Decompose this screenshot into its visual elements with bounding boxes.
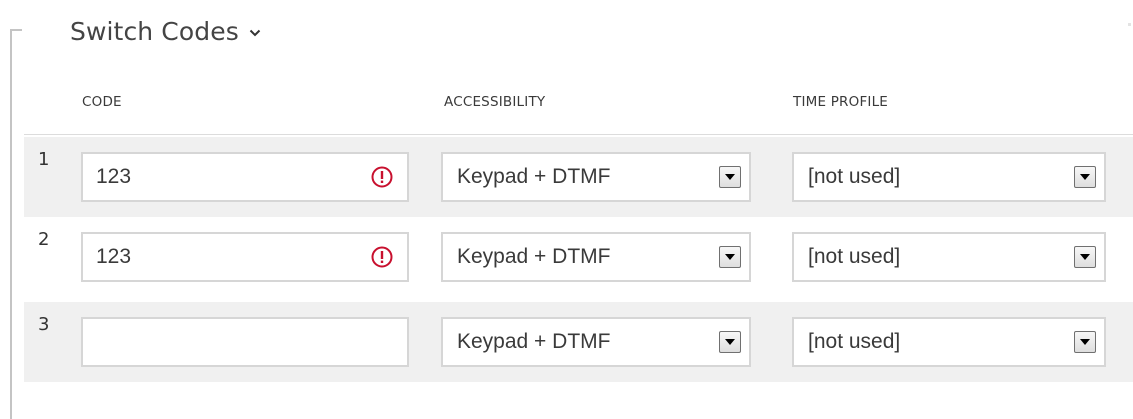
dropdown-arrow-icon[interactable]: [719, 331, 741, 353]
dropdown-arrow-icon[interactable]: [1074, 166, 1096, 188]
code-field[interactable]: 123: [81, 152, 409, 202]
accessibility-select[interactable]: Keypad + DTMF: [441, 317, 751, 367]
time-profile-value: [not used]: [808, 245, 901, 268]
accessibility-value: Keypad + DTMF: [457, 245, 611, 268]
dropdown-arrow-icon[interactable]: [1074, 331, 1096, 353]
time-profile-value: [not used]: [808, 165, 901, 188]
corner-mark: [1128, 23, 1131, 26]
accessibility-value: Keypad + DTMF: [457, 165, 611, 188]
code-field[interactable]: [81, 317, 409, 367]
time-profile-select[interactable]: [not used]: [792, 317, 1106, 367]
exclamation-circle-icon: [370, 165, 394, 189]
time-profile-select[interactable]: [not used]: [792, 152, 1106, 202]
section-bracket-tick: [10, 29, 22, 31]
accessibility-select[interactable]: Keypad + DTMF: [441, 152, 751, 202]
time-profile-value: [not used]: [808, 330, 901, 353]
code-value: 123: [96, 165, 132, 188]
code-value: 123: [96, 245, 132, 268]
column-header-time-profile: TIME PROFILE: [793, 94, 889, 110]
row-number: 3: [38, 314, 50, 335]
chevron-down-icon[interactable]: [249, 29, 261, 37]
section-bracket-line: [10, 29, 12, 419]
accessibility-select[interactable]: Keypad + DTMF: [441, 232, 751, 282]
dropdown-arrow-icon[interactable]: [719, 246, 741, 268]
table-row: 2 123 Keypad + DTMF [not used]: [24, 217, 1133, 297]
exclamation-circle-icon: [370, 245, 394, 269]
row-number: 1: [38, 149, 50, 170]
accessibility-value: Keypad + DTMF: [457, 330, 611, 353]
dropdown-arrow-icon[interactable]: [1074, 246, 1096, 268]
table-row: 3 Keypad + DTMF [not used]: [24, 302, 1133, 382]
dropdown-arrow-icon[interactable]: [719, 166, 741, 188]
section-title: Switch Codes: [70, 16, 239, 46]
column-header-code: CODE: [82, 94, 122, 110]
time-profile-select[interactable]: [not used]: [792, 232, 1106, 282]
column-header-accessibility: ACCESSIBILITY: [444, 94, 546, 110]
row-number: 2: [38, 229, 50, 250]
code-field[interactable]: 123: [81, 232, 409, 282]
header-divider: [24, 134, 1133, 135]
section-header[interactable]: Switch Codes: [70, 13, 261, 49]
table-row: 1 123 Keypad + DTMF [not used]: [24, 137, 1133, 217]
